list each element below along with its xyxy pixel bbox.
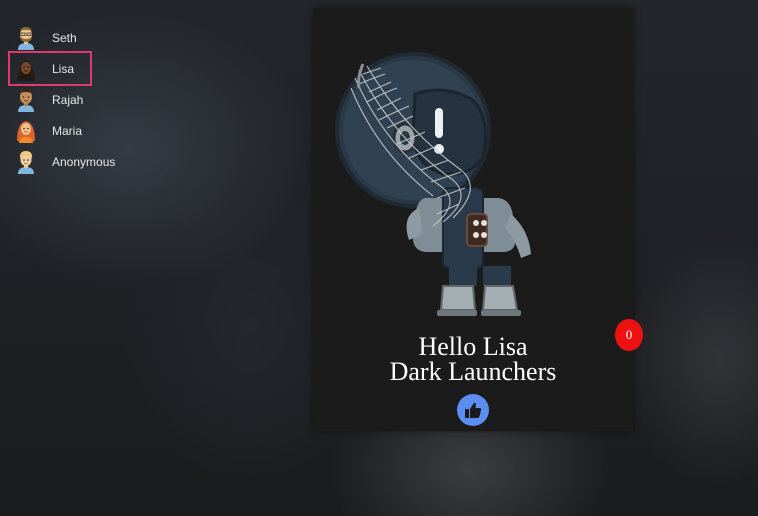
thumbs-up-icon — [464, 401, 482, 419]
woman-dark-hair-avatar-icon — [15, 57, 37, 81]
contact-item-anonymous[interactable]: Anonymous — [10, 146, 160, 177]
like-counter-badge: 0 — [615, 319, 643, 351]
greeting-card: Hello Lisa Dark Launchers — [313, 8, 633, 431]
greeting-line-app-name: Dark Launchers — [389, 357, 557, 386]
contact-name: Maria — [52, 123, 83, 138]
contact-name: Lisa — [52, 61, 75, 76]
contact-list: Seth Lisa Rajah Maria Anonymous — [8, 22, 160, 177]
greeting-line-hello: Hello Lisa — [418, 332, 528, 361]
contact-name: Seth — [52, 30, 77, 45]
blond-person-avatar-icon — [15, 150, 37, 174]
contact-item-rajah[interactable]: Rajah — [10, 84, 160, 115]
greeting-text: Hello Lisa Dark Launchers — [313, 332, 633, 386]
astronaut-in-net-illustration — [333, 48, 583, 338]
woman-red-hair-avatar-icon — [15, 119, 37, 143]
contact-name: Rajah — [52, 92, 84, 107]
contact-item-maria[interactable]: Maria — [10, 115, 160, 146]
man-with-beard-avatar-icon — [15, 26, 37, 50]
contact-item-lisa[interactable]: Lisa — [8, 51, 92, 86]
man-brown-hair-avatar-icon — [15, 88, 37, 112]
contact-name: Anonymous — [52, 154, 116, 169]
like-button[interactable] — [457, 394, 489, 426]
contact-item-seth[interactable]: Seth — [10, 22, 160, 53]
